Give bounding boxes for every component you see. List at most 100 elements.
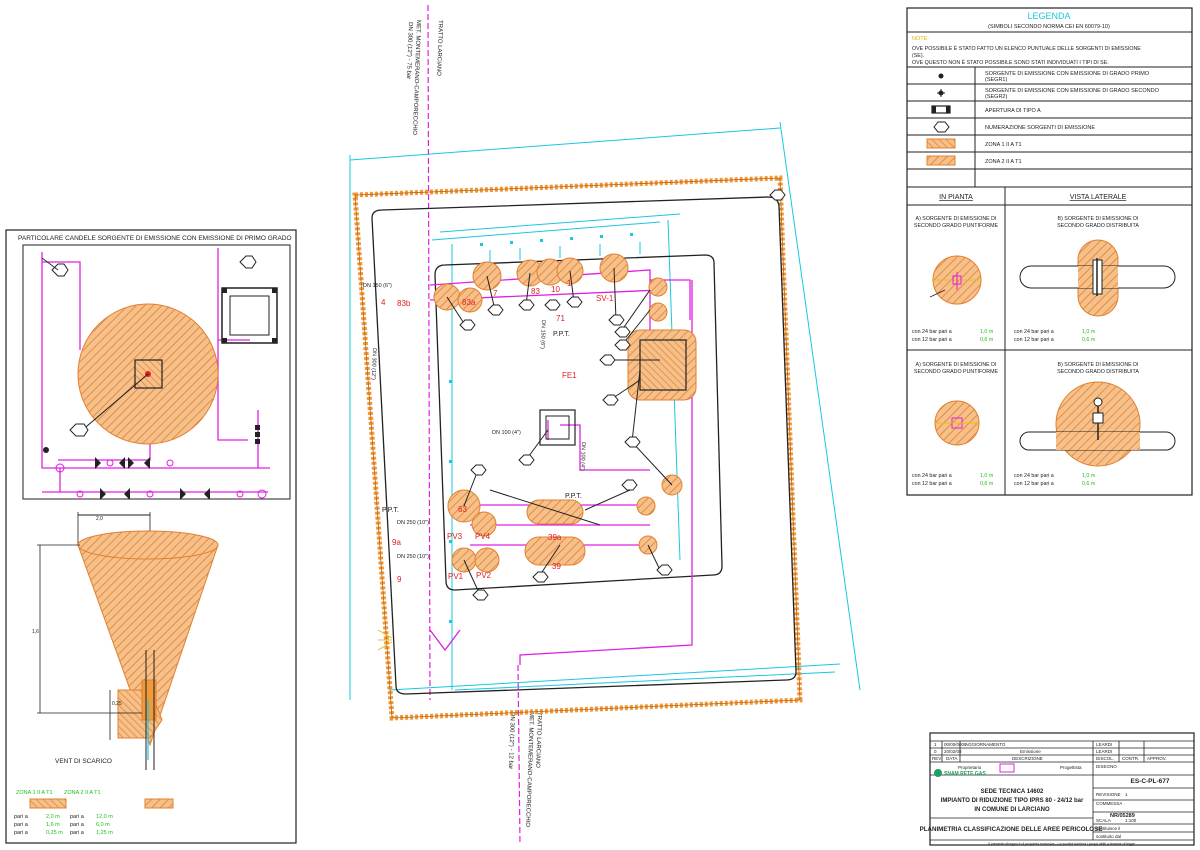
svg-text:SECONDO GRADO PUNTIFORME: SECONDO GRADO PUNTIFORME [914,223,999,229]
svg-text:DN 100 (4"): DN 100 (4") [579,442,586,471]
svg-text:COMMESSA: COMMESSA [1096,801,1122,806]
pipeline-out [517,664,521,846]
svg-text:REV.: REV. [932,756,942,761]
svg-text:A) SORGENTE DI EMISSIONE DI: A) SORGENTE DI EMISSIONE DI [916,362,997,368]
svg-text:DESCRIZIONE: DESCRIZIONE [1012,756,1043,761]
site-plan: MET. MONTEMERANO-CAMPORECCHIO DN 300 (12… [349,4,861,846]
svg-text:Emissione: Emissione [1020,749,1041,754]
svg-text:PV3: PV3 [447,532,463,541]
vent-cone-elevation: 2,0 1,6 0,25 [32,512,219,770]
svg-text:83b: 83b [397,299,411,308]
svg-text:DATA: DATA [946,756,957,761]
svg-text:pari a: pari a [14,814,29,820]
svg-text:PV4: PV4 [475,532,491,541]
svg-text:IMPIANTO DI RIDUZIONE TIPO IPR: IMPIANTO DI RIDUZIONE TIPO IPRS 80 - 24/… [941,798,1084,804]
svg-text:DN 300 (12"): DN 300 (12") [370,348,377,380]
svg-text:DISCOL.: DISCOL. [1096,756,1114,761]
svg-text:A) SORGENTE DI EMISSIONE DI: A) SORGENTE DI EMISSIONE DI [916,216,997,222]
hexagon-tag [51,263,69,277]
svg-text:DN 150 (6"): DN 150 (6") [363,283,392,289]
pipeline-in [427,4,431,701]
disegno-value: ES-C-PL-677 [1130,778,1169,785]
svg-text:10: 10 [551,285,560,294]
hexagon-tag [69,423,89,437]
svg-text:con 24 bar pari a: con 24 bar pari a [1014,473,1054,479]
svg-text:1,0 m: 1,0 m [980,329,994,335]
legend-note-line: (SE). [912,53,924,59]
svg-text:0,6 m: 0,6 m [980,481,994,487]
svg-text:APPROV.: APPROV. [1147,756,1167,761]
svg-text:SORGENTE DI EMISSIONE CON EMIS: SORGENTE DI EMISSIONE CON EMISSIONE DI G… [985,71,1150,77]
pipeline-in-text: MET. MONTEMERANO-CAMPORECCHIO DN 300 (12… [405,20,443,135]
svg-text:00/00/0000: 00/00/0000 [944,742,967,747]
svg-text:1,25 m: 1,25 m [96,830,113,836]
svg-text:83a: 83a [462,298,476,307]
legend-note-line: OVE QUESTO NON È STATO POSSIBILE SONO ST… [912,59,1109,66]
source-tags [459,189,786,601]
svg-text:63: 63 [458,505,467,514]
svg-text:B) SORGENTE DI EMISSIONE DI: B) SORGENTE DI EMISSIONE DI [1058,362,1139,368]
svg-text:AGGIORNAMENTO: AGGIORNAMENTO [965,742,1006,747]
svg-text:LEARDI: LEARDI [1096,749,1112,754]
svg-text:con 12 bar pari a: con 12 bar pari a [1014,481,1054,487]
svg-text:FE1: FE1 [562,371,577,380]
svg-text:con 12 bar pari a: con 12 bar pari a [912,337,952,343]
svg-text:TRATTO LARCIANO: TRATTO LARCIANO [435,20,443,76]
svg-text:APERTURA DI TIPO A: APERTURA DI TIPO A [985,108,1041,114]
svg-text:con 24 bar pari a: con 24 bar pari a [912,329,952,335]
svg-text:REVISIONE: REVISIONE [1096,792,1121,797]
svg-text:DN 250 (10"): DN 250 (10") [397,554,429,560]
svg-text:LEARDI: LEARDI [1096,742,1112,747]
svg-text:PV1: PV1 [448,572,464,581]
svg-text:SECONDO GRADO DISTRIBUITA: SECONDO GRADO DISTRIBUITA [1057,223,1139,229]
svg-text:1:100: 1:100 [1125,818,1137,823]
svg-text:SORGENTE DI EMISSIONE CON EMIS: SORGENTE DI EMISSIONE CON EMISSIONE DI G… [985,88,1160,94]
vista-laterale-header: VISTA LATERALE [1070,194,1127,201]
svg-text:4: 4 [381,298,386,307]
svg-text:con 24 bar pari a: con 24 bar pari a [912,473,952,479]
svg-text:sostituito dal: sostituito dal [1096,834,1121,839]
svg-text:1: 1 [567,279,572,288]
svg-text:SCALA: SCALA [1096,818,1111,823]
svg-text:(SEGR2): (SEGR2) [985,94,1007,100]
detail-panel: PARTICOLARE CANDELE SORGENTE DI EMISSION… [5,229,297,844]
title-block: 1 00/00/0000 AGGIORNAMENTO 0 20/02/08 Em… [920,732,1195,846]
svg-text:SEDE TECNICA 14602: SEDE TECNICA 14602 [981,789,1044,795]
svg-text:1,6 m: 1,6 m [46,822,60,828]
svg-text:DN 300 (12") - 75 bar: DN 300 (12") - 75 bar [405,22,413,79]
svg-text:1,6: 1,6 [32,629,39,635]
svg-text:DN 150 (6"): DN 150 (6") [539,320,546,349]
svg-text:ZONA 1 II A T1: ZONA 1 II A T1 [985,142,1022,148]
svg-text:DN 250 (10"): DN 250 (10") [397,520,429,526]
zone1-symbol [926,138,956,149]
in-pianta-header: IN PIANTA [939,194,973,201]
svg-text:NUMERAZIONE SORGENTI DI EMISSI: NUMERAZIONE SORGENTI DI EMISSIONE [985,125,1095,131]
svg-text:P.P.T.: P.P.T. [382,507,399,514]
title-footer: Il presente disegno è di proprietà esclu… [988,842,1136,846]
svg-text:12,0 m: 12,0 m [96,814,113,820]
zone2-label: ZONA 2 II A T1 [64,790,101,796]
drawing-title: PLANIMETRIA CLASSIFICAZIONE DELLE AREE P… [920,826,1103,833]
svg-text:6,0 m: 6,0 m [96,822,110,828]
equipment-box [539,409,576,446]
svg-text:ZONA 2 II A T1: ZONA 2 II A T1 [985,159,1022,165]
drawing-sheet: PARTICOLARE CANDELE SORGENTE DI EMISSION… [5,4,1195,846]
svg-text:DN 100 (4"): DN 100 (4") [492,430,521,436]
hexagon-symbol [933,121,950,133]
svg-text:SV-1: SV-1 [596,294,614,303]
fence-line [354,177,801,719]
svg-text:39a: 39a [548,533,562,542]
legend-panel: LEGENDA (SIMBOLI SECONDO NORMA CEI EN 60… [906,7,1193,496]
svg-text:0,6 m: 0,6 m [1082,481,1096,487]
svg-text:B) SORGENTE DI EMISSIONE DI: B) SORGENTE DI EMISSIONE DI [1058,216,1139,222]
legend-subtitle: (SIMBOLI SECONDO NORMA CEI EN 60079-10) [988,24,1110,30]
zone1-swatch [29,798,67,809]
svg-text:0,6 m: 0,6 m [1082,337,1096,343]
svg-text:con 12 bar pari a: con 12 bar pari a [912,481,952,487]
company-name: SNAM RETE GAS [944,771,986,777]
svg-text:con 24 bar pari a: con 24 bar pari a [1014,329,1054,335]
svg-text:pari a: pari a [14,830,29,836]
svg-text:2,0 m: 2,0 m [46,814,60,820]
svg-text:0,25 m: 0,25 m [46,830,63,836]
zone2-symbol [926,155,956,166]
